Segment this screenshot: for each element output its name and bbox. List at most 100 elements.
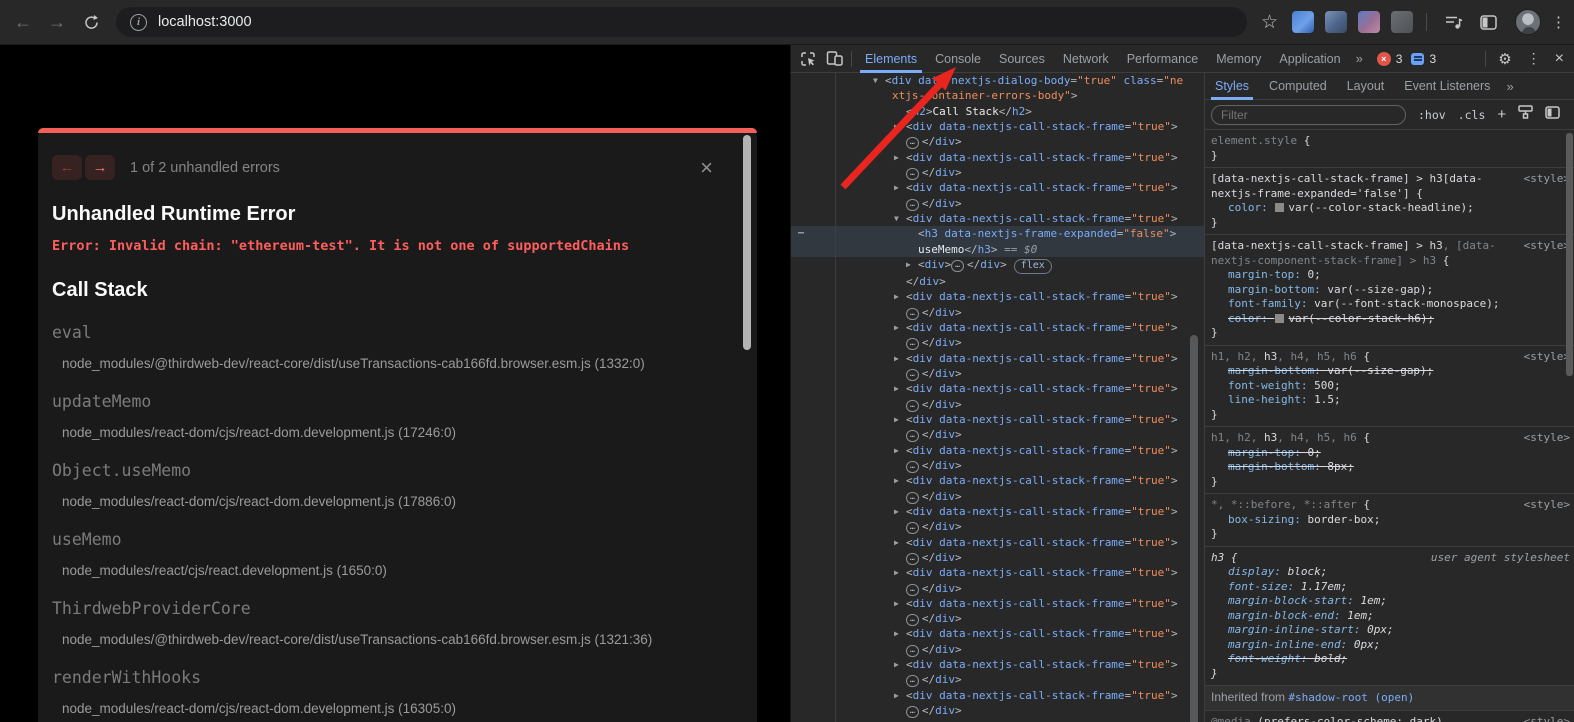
- close-overlay-icon[interactable]: ×: [700, 157, 713, 179]
- expand-triangle-icon[interactable]: ▶: [894, 412, 906, 427]
- rule-origin-link[interactable]: <style>: [1524, 172, 1570, 187]
- tab-memory[interactable]: Memory: [1207, 45, 1270, 73]
- dom-tree-row[interactable]: …</div>: [791, 581, 1204, 596]
- extension-icon-4[interactable]: [1391, 11, 1413, 33]
- bookmark-star-icon[interactable]: ☆: [1261, 11, 1278, 34]
- elements-scrollbar-thumb[interactable]: [1190, 335, 1198, 722]
- dom-tree-row[interactable]: …</div>: [791, 165, 1204, 180]
- collapsed-content-icon[interactable]: …: [906, 137, 919, 149]
- sidebar-tab-styles[interactable]: Styles: [1205, 73, 1259, 100]
- shadow-root-link[interactable]: #shadow-root (open): [1288, 691, 1414, 704]
- dom-tree-row[interactable]: ▶<div data-nextjs-call-stack-frame="true…: [791, 180, 1204, 195]
- tab-network[interactable]: Network: [1054, 45, 1118, 73]
- css-property[interactable]: margin-top: 0;: [1211, 446, 1569, 461]
- rule-origin-link[interactable]: <style>: [1524, 498, 1570, 513]
- dom-tree-row[interactable]: ▶<div data-nextjs-call-stack-frame="true…: [791, 596, 1204, 611]
- dom-tree-row[interactable]: …</div>: [791, 458, 1204, 473]
- dom-tree-row[interactable]: ▼<div data-nextjs-dialog-body="true" cla…: [791, 73, 1204, 88]
- site-info-icon[interactable]: i: [130, 14, 147, 31]
- styles-scrollbar-thumb[interactable]: [1566, 133, 1573, 376]
- sidebar-toggle-icon[interactable]: [1545, 106, 1560, 124]
- dom-tree-row[interactable]: ▶<div data-nextjs-call-stack-frame="true…: [791, 412, 1204, 427]
- extension-icon-2[interactable]: [1325, 11, 1347, 33]
- expand-triangle-icon[interactable]: ▶: [894, 150, 906, 165]
- next-error-button[interactable]: →: [85, 155, 115, 180]
- profile-avatar[interactable]: [1515, 9, 1541, 35]
- dom-tree-row[interactable]: ▶<div data-nextjs-call-stack-frame="true…: [791, 688, 1204, 703]
- dom-tree-row[interactable]: ▶<div data-nextjs-call-stack-frame="true…: [791, 535, 1204, 550]
- dom-tree-row[interactable]: xtjs-container-errors-body">: [791, 88, 1204, 103]
- collapsed-content-icon[interactable]: …: [906, 492, 919, 504]
- css-property[interactable]: line-height: 1.5;: [1211, 393, 1569, 408]
- sidebar-tab-event-listeners[interactable]: Event Listeners: [1394, 73, 1500, 100]
- dom-tree-row[interactable]: ▶<div data-nextjs-call-stack-frame="true…: [791, 289, 1204, 304]
- forward-icon[interactable]: →: [40, 5, 74, 39]
- dom-tree-row[interactable]: ▶<div>…</div>flex: [791, 257, 1204, 274]
- dom-tree-row[interactable]: ▶<div data-nextjs-call-stack-frame="true…: [791, 351, 1204, 366]
- sidebar-tab-layout[interactable]: Layout: [1337, 73, 1395, 100]
- dom-tree-row[interactable]: …</div>: [791, 134, 1204, 149]
- extension-icon-1[interactable]: [1292, 11, 1314, 33]
- css-property[interactable]: color: var(--color-stack-h6);: [1211, 312, 1569, 327]
- pseudo-state-toggle[interactable]: :hov: [1418, 108, 1446, 122]
- collapsed-content-icon[interactable]: …: [906, 645, 919, 657]
- collapsed-content-icon[interactable]: …: [906, 338, 919, 350]
- dom-tree-row[interactable]: …</div>: [791, 611, 1204, 626]
- expand-triangle-icon[interactable]: ▶: [894, 473, 906, 488]
- expand-triangle-icon[interactable]: ▶: [894, 657, 906, 672]
- dom-tree-row[interactable]: ▶<div data-nextjs-call-stack-frame="true…: [791, 565, 1204, 580]
- call-stack-frame[interactable]: Object.useMemonode_modules/react-dom/cjs…: [52, 461, 733, 509]
- inspect-element-icon[interactable]: [795, 51, 821, 67]
- dom-tree-row[interactable]: …</div>: [791, 550, 1204, 565]
- collapsed-content-icon[interactable]: …: [906, 430, 919, 442]
- css-property[interactable]: box-sizing: border-box;: [1211, 513, 1569, 528]
- more-tabs-chevron[interactable]: »: [1350, 51, 1369, 66]
- css-property[interactable]: font-family: var(--font-stack-monospace)…: [1211, 297, 1569, 312]
- collapsed-content-icon[interactable]: …: [906, 614, 919, 626]
- rule-selector[interactable]: nextjs-component-stack-frame] > h3 {: [1211, 254, 1569, 269]
- back-icon[interactable]: ←: [6, 5, 40, 39]
- rule-origin-link[interactable]: <style>: [1524, 239, 1570, 254]
- rendering-emulation-icon[interactable]: [1518, 105, 1533, 124]
- expand-triangle-icon[interactable]: ▶: [894, 596, 906, 611]
- devtools-menu-kebab-icon[interactable]: ⋮: [1520, 50, 1548, 67]
- rule-origin-link[interactable]: <style>: [1524, 350, 1570, 365]
- collapsed-content-icon[interactable]: …: [906, 369, 919, 381]
- media-controls-icon[interactable]: [1437, 5, 1471, 39]
- address-bar[interactable]: i localhost:3000: [116, 7, 1247, 37]
- collapsed-content-icon[interactable]: …: [951, 260, 964, 272]
- previous-error-button[interactable]: ←: [52, 155, 82, 180]
- rule-origin-link[interactable]: <style>: [1524, 431, 1570, 446]
- rule-selector[interactable]: [data-nextjs-call-stack-frame] > h3, [da…: [1211, 239, 1569, 254]
- call-stack-frame[interactable]: useMemonode_modules/react/cjs/react.deve…: [52, 530, 733, 578]
- css-property[interactable]: font-weight: bold;: [1211, 652, 1569, 667]
- collapsed-content-icon[interactable]: …: [906, 553, 919, 565]
- expand-triangle-open-icon[interactable]: ▼: [873, 73, 885, 88]
- css-property[interactable]: font-weight: 500;: [1211, 379, 1569, 394]
- device-toolbar-icon[interactable]: [821, 51, 847, 66]
- call-stack-frame[interactable]: renderWithHooksnode_modules/react-dom/cj…: [52, 668, 733, 716]
- dom-tree-row[interactable]: ▶<div data-nextjs-call-stack-frame="true…: [791, 150, 1204, 165]
- css-property[interactable]: font-size: 1.17em;: [1211, 580, 1569, 595]
- side-panel-icon[interactable]: [1471, 5, 1505, 39]
- dom-tree-row[interactable]: useMemo</h3> == $0: [791, 242, 1204, 257]
- browser-menu-kebab-icon[interactable]: ⋮: [1551, 13, 1566, 31]
- dom-tree-row[interactable]: …</div>: [791, 489, 1204, 504]
- css-property[interactable]: margin-inline-start: 0px;: [1211, 623, 1569, 638]
- dom-tree-row[interactable]: <h2>Call Stack</h2>: [791, 104, 1204, 119]
- collapsed-content-icon[interactable]: …: [906, 584, 919, 596]
- class-toggle[interactable]: .cls: [1458, 108, 1486, 122]
- color-swatch[interactable]: [1275, 314, 1284, 323]
- row-menu-dots-icon[interactable]: ⋯: [798, 226, 805, 241]
- css-property[interactable]: margin-bottom: var(--size-gap);: [1211, 364, 1569, 379]
- expand-triangle-icon[interactable]: ▶: [894, 119, 906, 134]
- css-property[interactable]: display: block;: [1211, 565, 1569, 580]
- devtools-close-icon[interactable]: ×: [1548, 50, 1574, 68]
- css-property[interactable]: color: var(--color-stack-headline);: [1211, 201, 1569, 216]
- sidebar-tab-computed[interactable]: Computed: [1259, 73, 1337, 100]
- collapsed-content-icon[interactable]: …: [906, 199, 919, 211]
- expand-triangle-icon[interactable]: ▶: [894, 351, 906, 366]
- extension-icon-3[interactable]: [1358, 11, 1380, 33]
- rule-selector[interactable]: nextjs-frame-expanded='false'] {: [1211, 187, 1569, 202]
- dom-tree-row[interactable]: …</div>: [791, 366, 1204, 381]
